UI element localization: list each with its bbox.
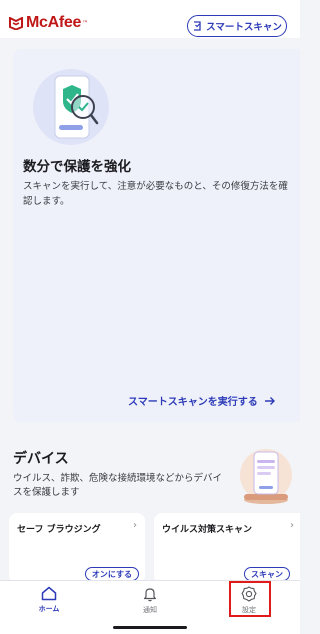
chevron-right-icon: ›	[290, 520, 294, 531]
settings-highlight-box	[229, 581, 271, 617]
nav-notifications[interactable]: 通知	[120, 586, 180, 615]
smart-scan-card[interactable]: 数分で保護を強化 スキャンを実行して、注意が必要なものと、その修復方法を確認しま…	[13, 49, 300, 422]
device-illustration	[240, 449, 292, 504]
arrow-right-icon	[264, 396, 275, 405]
run-smart-scan-link[interactable]: スマートスキャンを実行する	[128, 393, 276, 408]
antivirus-scan-tile[interactable]: ウイルス対策スキャン › スキャン	[154, 513, 300, 583]
devices-description: ウイルス、詐欺、危険な接続環境などからデバイスを保護します	[13, 473, 223, 498]
logo-trademark: ™	[82, 19, 89, 27]
devices-title: デバイス	[13, 451, 69, 467]
card-description: スキャンを実行して、注意が必要なものと、その修復方法を確認します。	[23, 181, 288, 207]
smart-scan-label: スマートスキャン	[206, 22, 282, 33]
nav-notifications-label: 通知	[143, 606, 157, 614]
home-indicator	[113, 626, 187, 629]
app-header: McAfee ™ スマートスキャン	[0, 0, 300, 38]
safe-browsing-tile[interactable]: セーフ ブラウジング › オンにする	[9, 513, 145, 583]
scan-icon	[194, 21, 201, 31]
phone-shield-illustration	[33, 69, 109, 145]
mcafee-shield-icon	[9, 16, 23, 30]
safe-browsing-title: セーフ ブラウジング	[17, 525, 101, 535]
nav-home[interactable]: ホーム	[19, 586, 79, 614]
chevron-right-icon: ›	[133, 520, 137, 531]
nav-home-label: ホーム	[38, 605, 60, 613]
antivirus-scan-title: ウイルス対策スキャン	[162, 525, 253, 535]
mcafee-logo: McAfee ™	[9, 14, 88, 32]
smart-scan-button[interactable]: スマートスキャン	[187, 15, 287, 37]
scan-button[interactable]: スキャン	[244, 567, 290, 581]
logo-text: McAfee	[26, 14, 82, 31]
card-title: 数分で保護を強化	[23, 159, 131, 175]
run-smart-scan-label: スマートスキャンを実行する	[128, 397, 258, 408]
turn-on-button[interactable]: オンにする	[84, 567, 139, 581]
bell-icon	[143, 588, 157, 602]
home-icon	[41, 586, 57, 601]
